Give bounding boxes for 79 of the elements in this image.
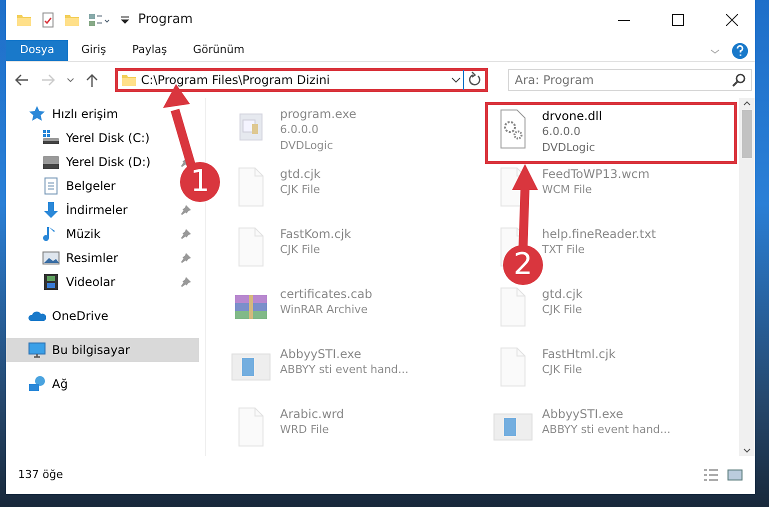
- large-icons-view-icon[interactable]: [727, 468, 743, 482]
- file-name: drvone.dll: [542, 108, 602, 124]
- file-name: FeedToWP13.wcm: [542, 166, 650, 182]
- file-detail: CJK File: [542, 302, 583, 318]
- ribbon-tab[interactable]: Paylaş: [119, 40, 180, 61]
- film-icon: [42, 273, 60, 291]
- archive-icon: [235, 295, 267, 319]
- file-icon: [238, 227, 264, 267]
- file-name: FastHtml.cjk: [542, 346, 616, 362]
- file-name: certificates.cab: [280, 286, 372, 302]
- download-arrow-icon: [42, 201, 60, 219]
- help-icon[interactable]: [731, 40, 749, 62]
- address-bar[interactable]: C:\Program Files\Program Dizini: [115, 68, 488, 92]
- file-name: AbbyySTI.exe: [542, 406, 624, 422]
- file-detail: 6.0.0.0: [280, 122, 320, 138]
- gear-file-icon: [500, 109, 526, 149]
- nav-item[interactable]: Resimler: [6, 246, 124, 270]
- nav-item[interactable]: Videolar: [6, 270, 122, 294]
- back-icon: [15, 73, 29, 87]
- search-field[interactable]: Ara: Program: [508, 69, 752, 91]
- close-icon: [726, 14, 738, 26]
- drive-icon: [42, 129, 60, 147]
- recent-locations-icon: [67, 78, 74, 82]
- nav-item[interactable]: Yerel Disk (C:): [6, 126, 156, 150]
- nav-item[interactable]: Belgeler: [6, 174, 122, 198]
- drive-icon: [42, 153, 60, 171]
- file-detail: WCM File: [542, 182, 593, 198]
- file-name: FastKom.cjk: [280, 226, 352, 242]
- file-detail: DVDLogic: [542, 140, 596, 156]
- properties-icon[interactable]: [40, 12, 56, 28]
- picture-icon: [42, 249, 60, 267]
- file-item[interactable]: drvone.dll 6.0.0.0 DVDLogic: [486, 103, 736, 163]
- folder-icon: [121, 72, 137, 88]
- file-name: help.fineReader.txt: [542, 226, 656, 242]
- up-icon: [86, 73, 98, 87]
- recent-locations-button[interactable]: [64, 78, 77, 82]
- item-count: 137 öğe: [18, 466, 63, 483]
- nav-item[interactable]: Müzik: [6, 222, 107, 246]
- nav-item[interactable]: Ağ: [6, 372, 199, 396]
- view-menu-icon[interactable]: [88, 12, 112, 28]
- maximize-icon: [672, 14, 684, 26]
- file-detail: 6.0.0.0: [542, 124, 582, 140]
- file-name: gtd.cjk: [280, 166, 321, 182]
- ribbon-tab[interactable]: Dosya: [6, 40, 68, 61]
- network-icon: [28, 375, 46, 393]
- file-detail: TXT File: [542, 242, 586, 258]
- ribbon-tab[interactable]: Giriş: [68, 40, 120, 61]
- details-view-icon[interactable]: [703, 468, 719, 482]
- file-name: program.exe: [280, 106, 356, 122]
- window-title: Program: [138, 11, 193, 30]
- nav-item[interactable]: Yerel Disk (D:): [6, 150, 157, 174]
- monitor-icon: [28, 341, 46, 359]
- nav-item[interactable]: Hızlı erişim: [6, 102, 199, 126]
- file-name: Arabic.wrd: [280, 406, 344, 422]
- file-detail: ABBYY sti event hand...: [542, 422, 671, 438]
- file-detail: WinRAR Archive: [280, 302, 369, 318]
- file-detail: CJK File: [280, 242, 322, 258]
- application-icon: [239, 113, 263, 141]
- file-icon: [238, 407, 264, 447]
- file-icon: [500, 287, 526, 327]
- window-icon: [231, 353, 271, 381]
- nav-item[interactable]: İndirmeler: [6, 198, 134, 222]
- scroll-thumb[interactable]: [742, 110, 752, 158]
- file-icon: [500, 347, 526, 387]
- file-detail: CJK File: [280, 182, 321, 198]
- file-icon: [238, 167, 264, 207]
- document-icon: [42, 177, 60, 195]
- forward-icon: [41, 73, 55, 87]
- file-detail: ABBYY sti event hand...: [280, 362, 409, 378]
- nav-item[interactable]: OneDrive: [6, 304, 199, 328]
- file-name: gtd.cjk: [542, 286, 583, 302]
- file-detail: CJK File: [542, 362, 584, 378]
- file-name: AbbyySTI.exe: [280, 346, 362, 362]
- ribbon-tab[interactable]: Görünüm: [180, 40, 258, 61]
- star-icon: [28, 105, 46, 123]
- file-detail: WRD File: [280, 422, 330, 438]
- window-icon: [493, 413, 533, 441]
- file-detail: DVDLogic: [280, 138, 334, 154]
- nav-item[interactable]: Bu bilgisayar: [6, 338, 199, 362]
